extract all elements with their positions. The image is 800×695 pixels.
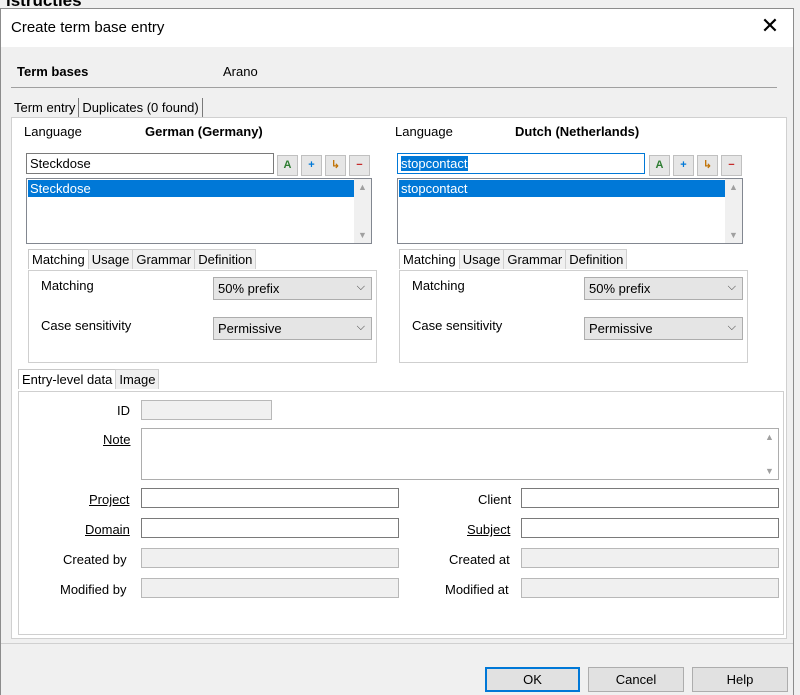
scroll-down-icon[interactable]: ▼ xyxy=(354,230,371,240)
domain-label: Domain xyxy=(85,522,130,537)
scroll-down-icon[interactable]: ▼ xyxy=(761,466,778,476)
left-tab-matching[interactable]: Matching xyxy=(28,249,89,269)
tab-duplicates[interactable]: Duplicates (0 found) xyxy=(79,98,203,117)
left-list-scrollbar[interactable]: ▲ ▼ xyxy=(354,179,371,243)
right-case-select[interactable]: Permissive ⌵ xyxy=(584,317,743,340)
client-field[interactable] xyxy=(521,488,779,508)
right-language-value: Dutch (Netherlands) xyxy=(515,124,640,139)
term-bases-value: Arano xyxy=(223,64,258,79)
scroll-up-icon[interactable]: ▲ xyxy=(354,182,371,192)
right-term-input[interactable]: stopcontact xyxy=(397,153,645,174)
help-label: Help xyxy=(726,672,754,687)
left-add-term-icon[interactable]: A xyxy=(277,155,298,176)
created-at-label: Created at xyxy=(449,552,510,567)
project-field[interactable] xyxy=(141,488,399,508)
id-field xyxy=(141,400,272,420)
left-term-list[interactable]: Steckdose ▲ ▼ xyxy=(26,178,372,244)
modified-at-label: Modified at xyxy=(445,582,509,597)
modified-at-field xyxy=(521,578,779,598)
modified-by-label: Modified by xyxy=(60,582,127,597)
left-matching-panel: Matching 50% prefix ⌵ Case sensitivity P… xyxy=(28,270,377,363)
title-bar: Create term base entry ✕ xyxy=(1,9,793,47)
left-matching-select[interactable]: 50% prefix ⌵ xyxy=(213,277,372,300)
dialog-content: Term bases Arano Term entry Duplicates (… xyxy=(1,47,793,695)
term-bases-label: Term bases xyxy=(17,64,89,79)
term-entry-panel: Language German (Germany) Steckdose A + … xyxy=(11,117,787,639)
right-matching-label: Matching xyxy=(412,278,465,293)
tab-image[interactable]: Image xyxy=(115,369,160,389)
right-list-scrollbar[interactable]: ▲ ▼ xyxy=(725,179,742,243)
entry-level-panel: ID Note ▲ ▼ Project Client Domain Subjec… xyxy=(18,391,784,635)
project-label: Project xyxy=(89,492,130,507)
top-tabstrip: Term entry Duplicates (0 found) xyxy=(11,98,203,117)
footer-separator xyxy=(1,643,793,644)
right-case-value: Permissive xyxy=(589,321,653,336)
left-case-label: Case sensitivity xyxy=(41,318,132,333)
id-label: ID xyxy=(117,403,130,418)
subject-field[interactable] xyxy=(521,518,779,538)
create-term-base-entry-dialog: Create term base entry ✕ Term bases Aran… xyxy=(0,8,794,695)
left-case-select[interactable]: Permissive ⌵ xyxy=(213,317,372,340)
right-tab-matching[interactable]: Matching xyxy=(399,249,460,269)
left-language-value: German (Germany) xyxy=(145,124,263,139)
right-add-term-icon[interactable]: A xyxy=(649,155,670,176)
left-tab-definition[interactable]: Definition xyxy=(194,249,257,269)
created-by-field xyxy=(141,548,399,568)
entry-tabs: Entry-level data Image xyxy=(18,369,160,389)
right-tab-usage[interactable]: Usage xyxy=(458,249,505,269)
scroll-down-icon[interactable]: ▼ xyxy=(725,230,742,240)
scroll-up-icon[interactable]: ▲ xyxy=(761,432,778,442)
left-subtabs: Matching Usage Grammar Definition xyxy=(28,249,257,269)
cancel-button[interactable]: Cancel xyxy=(588,667,684,692)
close-button[interactable]: ✕ xyxy=(747,9,793,47)
note-scrollbar[interactable]: ▲ ▼ xyxy=(761,429,778,479)
right-subtabs: Matching Usage Grammar Definition xyxy=(399,249,628,269)
separator xyxy=(11,87,777,88)
right-language-label: Language xyxy=(395,124,453,139)
list-item[interactable]: stopcontact xyxy=(399,180,725,197)
left-case-value: Permissive xyxy=(218,321,282,336)
note-label: Note xyxy=(103,432,131,447)
left-tab-usage[interactable]: Usage xyxy=(87,249,134,269)
left-matching-label: Matching xyxy=(41,278,94,293)
chevron-down-icon: ⌵ xyxy=(356,281,365,293)
help-button[interactable]: Help xyxy=(692,667,788,692)
left-insert-icon[interactable]: + xyxy=(301,155,322,176)
right-insert-icon[interactable]: + xyxy=(673,155,694,176)
right-tab-definition[interactable]: Definition xyxy=(565,249,628,269)
created-by-label: Created by xyxy=(63,552,127,567)
domain-field[interactable] xyxy=(141,518,399,538)
right-matching-select[interactable]: 50% prefix ⌵ xyxy=(584,277,743,300)
right-tab-grammar[interactable]: Grammar xyxy=(503,249,567,269)
scroll-up-icon[interactable]: ▲ xyxy=(725,182,742,192)
note-input[interactable]: ▲ ▼ xyxy=(141,428,779,480)
client-label: Client xyxy=(478,492,512,507)
right-term-text: stopcontact xyxy=(401,156,468,171)
tab-entry-level-data[interactable]: Entry-level data xyxy=(18,369,117,389)
left-move-icon[interactable]: ↳ xyxy=(325,155,346,176)
left-remove-icon[interactable]: − xyxy=(349,155,370,176)
left-matching-value: 50% prefix xyxy=(218,281,280,296)
chevron-down-icon: ⌵ xyxy=(727,321,736,333)
ok-button[interactable]: OK xyxy=(485,667,580,692)
left-language-label: Language xyxy=(24,124,82,139)
cancel-label: Cancel xyxy=(615,672,657,687)
right-matching-panel: Matching 50% prefix ⌵ Case sensitivity P… xyxy=(399,270,748,363)
list-item[interactable]: Steckdose xyxy=(28,180,354,197)
chevron-down-icon: ⌵ xyxy=(356,321,365,333)
subject-label: Subject xyxy=(467,522,511,537)
modified-by-field xyxy=(141,578,399,598)
left-term-input[interactable]: Steckdose xyxy=(26,153,274,174)
ok-label: OK xyxy=(523,672,542,687)
right-term-list[interactable]: stopcontact ▲ ▼ xyxy=(397,178,743,244)
tab-term-entry[interactable]: Term entry xyxy=(11,98,80,117)
right-move-icon[interactable]: ↳ xyxy=(697,155,718,176)
right-case-label: Case sensitivity xyxy=(412,318,503,333)
created-at-field xyxy=(521,548,779,568)
right-remove-icon[interactable]: − xyxy=(721,155,742,176)
left-tab-grammar[interactable]: Grammar xyxy=(132,249,196,269)
dialog-title: Create term base entry xyxy=(11,19,165,36)
chevron-down-icon: ⌵ xyxy=(727,281,736,293)
right-matching-value: 50% prefix xyxy=(589,281,651,296)
